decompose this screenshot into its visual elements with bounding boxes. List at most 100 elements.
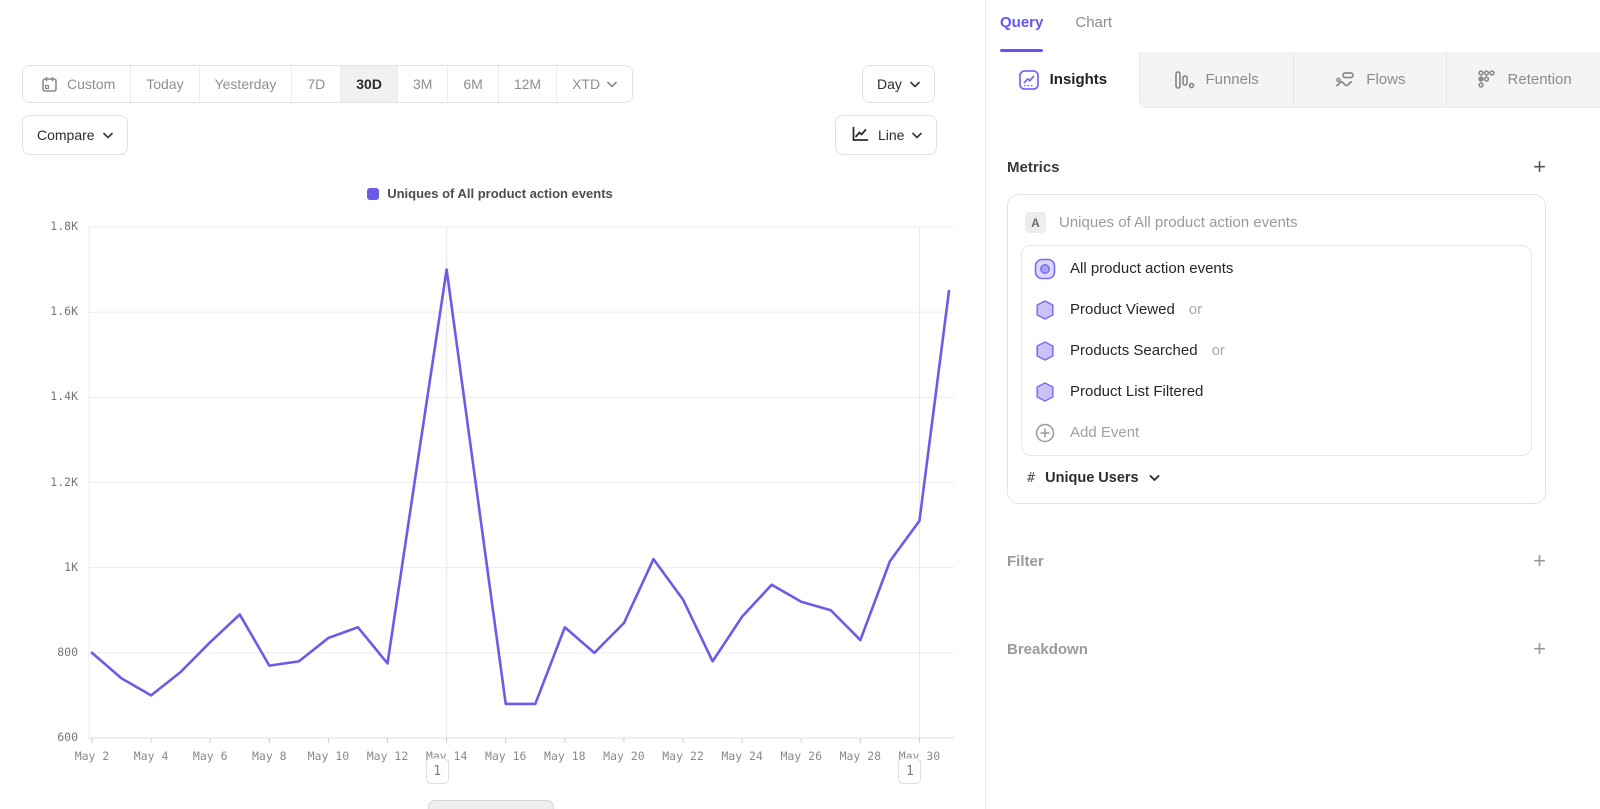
y-axis-tick-label: 1.6K (22, 304, 78, 318)
annotation-badge[interactable]: 1 (898, 758, 921, 784)
tab-label: Retention (1508, 71, 1572, 88)
date-range-custom[interactable]: Custom (23, 66, 130, 102)
chevron-down-icon (607, 81, 617, 88)
chevron-down-icon (912, 132, 922, 139)
date-range-yesterday[interactable]: Yesterday (199, 66, 292, 102)
date-range-label: Today (146, 76, 183, 92)
date-range-6m[interactable]: 6M (447, 66, 497, 102)
retention-icon (1476, 69, 1498, 91)
date-range-label: Custom (67, 76, 115, 92)
chart-line-svg (88, 222, 958, 774)
insights-icon (1018, 69, 1040, 91)
y-axis-tick-label: 600 (22, 730, 78, 744)
date-range-label: 7D (307, 76, 325, 92)
tab-label: Funnels (1205, 71, 1258, 88)
query-panel: Query Chart Insights Funnels Flows Retention… (985, 0, 1600, 809)
date-range-label: 30D (356, 76, 382, 92)
aggregation-label: Unique Users (1045, 470, 1138, 486)
event-label: All product action events (1070, 260, 1233, 277)
event-row[interactable]: Product List Filtered (1022, 371, 1531, 412)
date-range-xtd[interactable]: XTD (556, 66, 632, 102)
event-hexagon-icon (1034, 340, 1056, 362)
plus-circle-icon (1034, 422, 1056, 444)
date-range-7d[interactable]: 7D (291, 66, 340, 102)
add-event-label: Add Event (1070, 424, 1139, 441)
y-axis-tick-label: 1K (22, 560, 78, 574)
add-metric-button[interactable]: + (1533, 156, 1546, 178)
report-tabs: Insights Funnels Flows Retention (986, 52, 1600, 108)
compare-label: Compare (37, 127, 95, 143)
view-tabs: Query Chart (986, 0, 1600, 52)
tab-chart[interactable]: Chart (1075, 14, 1112, 52)
tab-query[interactable]: Query (1000, 14, 1043, 52)
legend-label: Uniques of All product action events (387, 186, 613, 201)
event-row[interactable]: All product action events (1022, 248, 1531, 289)
event-list: All product action events Product Viewed o… (1021, 245, 1532, 456)
funnels-icon (1173, 69, 1195, 91)
filter-title: Filter (1007, 553, 1044, 570)
breakdown-section-header: Breakdown + (1007, 638, 1546, 660)
chart-type-dropdown[interactable]: Line (835, 115, 937, 155)
event-hexagon-icon (1034, 299, 1056, 321)
chart-type-label: Line (878, 127, 904, 143)
date-range-today[interactable]: Today (130, 66, 198, 102)
metrics-title: Metrics (1007, 159, 1060, 176)
date-range-label: 12M (514, 76, 541, 92)
y-axis-tick-label: 800 (22, 645, 78, 659)
tab-label: Insights (1050, 71, 1108, 88)
annotation-badge[interactable]: 1 (426, 758, 449, 784)
or-connector: or (1212, 342, 1225, 359)
or-connector: or (1189, 301, 1202, 318)
date-range-label: XTD (572, 76, 600, 92)
horizontal-scrollbar[interactable] (428, 800, 554, 809)
insights-report-page: CustomTodayYesterday7D30D3M6M12MXTD Day … (0, 0, 1600, 809)
date-range-label: 6M (463, 76, 482, 92)
event-label: Products Searched (1070, 342, 1198, 359)
y-axis-tick-label: 1.2K (22, 475, 78, 489)
tab-retention[interactable]: Retention (1446, 52, 1600, 108)
tab-flows[interactable]: Flows (1293, 52, 1447, 108)
calendar-icon (38, 76, 60, 93)
series-letter-badge: A (1025, 212, 1046, 233)
metric-series-row: A Uniques of All product action events (1021, 208, 1532, 245)
date-range-3m[interactable]: 3M (397, 66, 447, 102)
metric-card: A Uniques of All product action events A… (1007, 194, 1546, 504)
date-range-label: 3M (413, 76, 432, 92)
date-range-12m[interactable]: 12M (498, 66, 556, 102)
event-label: Product Viewed (1070, 301, 1175, 318)
granularity-dropdown[interactable]: Day (862, 65, 935, 103)
chevron-down-icon (1149, 474, 1160, 482)
tab-insights[interactable]: Insights (986, 52, 1139, 108)
granularity-label: Day (877, 76, 902, 92)
line-chart-icon (850, 125, 870, 146)
date-range-control: Custom Today Yesterday 7D 30D 3M 6M 12M XTD (22, 65, 633, 103)
event-row[interactable]: Product Viewed or (1022, 289, 1531, 330)
breakdown-title: Breakdown (1007, 641, 1088, 658)
aggregation-dropdown[interactable]: # Unique Users (1027, 470, 1532, 486)
event-hexagon-icon (1034, 381, 1056, 403)
date-range-30d[interactable]: 30D (340, 66, 397, 102)
add-filter-button[interactable]: + (1533, 550, 1546, 572)
flows-icon (1334, 69, 1356, 91)
add-event-button[interactable]: Add Event (1022, 412, 1531, 453)
query-builder: Metrics + A Uniques of All product actio… (986, 156, 1600, 660)
y-axis-tick-label: 1.8K (22, 219, 78, 233)
line-chart[interactable]: 1.8K1.6K1.4K1.2K1K800600May 2May 4May 6M… (22, 222, 974, 802)
date-range-label: Yesterday (215, 76, 277, 92)
chevron-down-icon (910, 81, 920, 88)
tab-funnels[interactable]: Funnels (1139, 52, 1293, 108)
series-label: Uniques of All product action events (1059, 214, 1297, 231)
y-axis-tick-label: 1.4K (22, 389, 78, 403)
event-row[interactable]: Products Searched or (1022, 330, 1531, 371)
chart-legend: Uniques of All product action events (22, 186, 958, 201)
all-events-icon (1034, 258, 1056, 280)
tab-label: Flows (1366, 71, 1405, 88)
legend-swatch (367, 188, 379, 200)
compare-dropdown[interactable]: Compare (22, 115, 128, 155)
add-breakdown-button[interactable]: + (1533, 638, 1546, 660)
metrics-section-header: Metrics + (1007, 156, 1546, 178)
filter-section-header: Filter + (1007, 550, 1546, 572)
event-label: Product List Filtered (1070, 383, 1203, 400)
hash-icon: # (1027, 470, 1035, 486)
chevron-down-icon (103, 132, 113, 139)
